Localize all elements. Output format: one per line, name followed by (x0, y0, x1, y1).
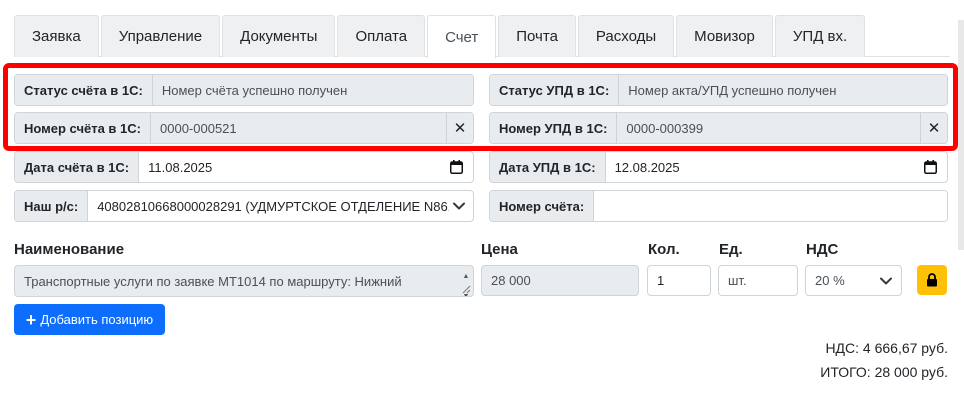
bank-account-group: Наш р/с: 40802810668000028291 (УДМУРТСКО… (14, 190, 474, 222)
price-field: 28 000 (481, 265, 639, 296)
upd-date-group: Дата УПД в 1С: 12.08.2025 (489, 151, 948, 183)
tab-upd-incoming[interactable]: УПД вх. (774, 15, 866, 57)
column-vat-header: НДС (806, 241, 839, 258)
upd-status-group: Статус УПД в 1С: Номер акта/УПД успешно … (489, 74, 948, 106)
column-name-header: Наименование (14, 241, 125, 258)
invoice-no-label: Номер счёта: (490, 191, 595, 221)
invoice-status-label: Статус счёта в 1С: (15, 75, 153, 105)
upd-number-label: Номер УПД в 1С: (490, 113, 618, 143)
calendar-icon[interactable] (445, 152, 467, 182)
unit-input[interactable]: шт. (718, 265, 798, 296)
scroll-up-icon[interactable]: ▲ (463, 267, 470, 286)
calendar-icon[interactable] (919, 152, 941, 182)
invoice-number-label: Номер счёта в 1С: (15, 113, 151, 143)
close-icon: ✕ (453, 120, 467, 137)
column-unit-header: Ед. (719, 241, 743, 258)
upd-date-label: Дата УПД в 1С: (490, 152, 606, 182)
tab-management[interactable]: Управление (100, 15, 221, 57)
plus-icon: + (25, 309, 37, 330)
invoice-no-input[interactable] (594, 191, 947, 221)
upd-date-input[interactable]: 12.08.2025 (605, 152, 919, 182)
column-price-header: Цена (481, 241, 518, 258)
invoice-date-label: Дата счёта в 1С: (15, 152, 140, 182)
bank-account-label: Наш р/с: (15, 191, 89, 221)
vat-select-value: 20 % (815, 273, 845, 288)
tab-payment[interactable]: Оплата (337, 15, 426, 57)
upd-number-field[interactable]: 0000-000399 (617, 113, 920, 143)
page-scrollbar[interactable] (958, 20, 964, 250)
invoice-date-group: Дата счёта в 1С: 11.08.2025 (14, 151, 474, 183)
tab-documents[interactable]: Документы (222, 15, 336, 57)
resize-handle-icon[interactable] (462, 285, 471, 294)
invoice-no-group: Номер счёта: (489, 190, 948, 222)
bank-account-select[interactable]: 40802810668000028291 (УДМУРТСКОЕ ОТДЕЛЕН… (88, 191, 449, 221)
upd-number-group: Номер УПД в 1С: 0000-000399 ✕ (489, 112, 948, 144)
clear-upd-number-button[interactable]: ✕ (920, 113, 947, 143)
tab-movizor[interactable]: Мовизор (676, 15, 773, 57)
upd-status-field: Номер акта/УПД успешно получен (619, 75, 947, 105)
lock-icon (927, 273, 937, 287)
clear-invoice-number-button[interactable]: ✕ (446, 113, 473, 143)
lock-button[interactable] (917, 265, 947, 295)
chevron-down-icon[interactable] (449, 191, 469, 221)
invoice-status-group: Статус счёта в 1С: Номер счёта успешно п… (14, 74, 474, 106)
invoice-status-field: Номер счёта успешно получен (152, 75, 473, 105)
tab-request[interactable]: Заявка (14, 15, 99, 57)
invoice-number-field[interactable]: 0000-000521 (151, 113, 446, 143)
chevron-down-icon (880, 277, 892, 284)
position-name-text: Транспортные услуги по заявке МТ1014 по … (24, 274, 402, 289)
tab-bar: Заявка Управление Документы Оплата Счет … (14, 15, 867, 58)
invoice-date-input[interactable]: 11.08.2025 (139, 152, 445, 182)
close-icon: ✕ (927, 120, 941, 137)
invoice-number-group: Номер счёта в 1С: 0000-000521 ✕ (14, 112, 474, 144)
tab-mail[interactable]: Почта (498, 15, 576, 57)
upd-status-label: Статус УПД в 1С: (490, 75, 620, 105)
grand-total: ИТОГО: 28 000 руб. (820, 364, 948, 380)
position-name-textarea[interactable]: Транспортные услуги по заявке МТ1014 по … (14, 265, 474, 297)
add-position-button[interactable]: + Добавить позицию (14, 304, 165, 335)
vat-total: НДС: 4 666,67 руб. (825, 340, 948, 356)
column-qty-header: Кол. (648, 241, 680, 258)
vat-select[interactable]: 20 % (805, 265, 902, 296)
tab-invoice[interactable]: Счет (427, 15, 497, 58)
quantity-input[interactable]: 1 (647, 265, 711, 296)
tab-expenses[interactable]: Расходы (577, 15, 675, 57)
add-position-label: Добавить позицию (40, 312, 154, 327)
